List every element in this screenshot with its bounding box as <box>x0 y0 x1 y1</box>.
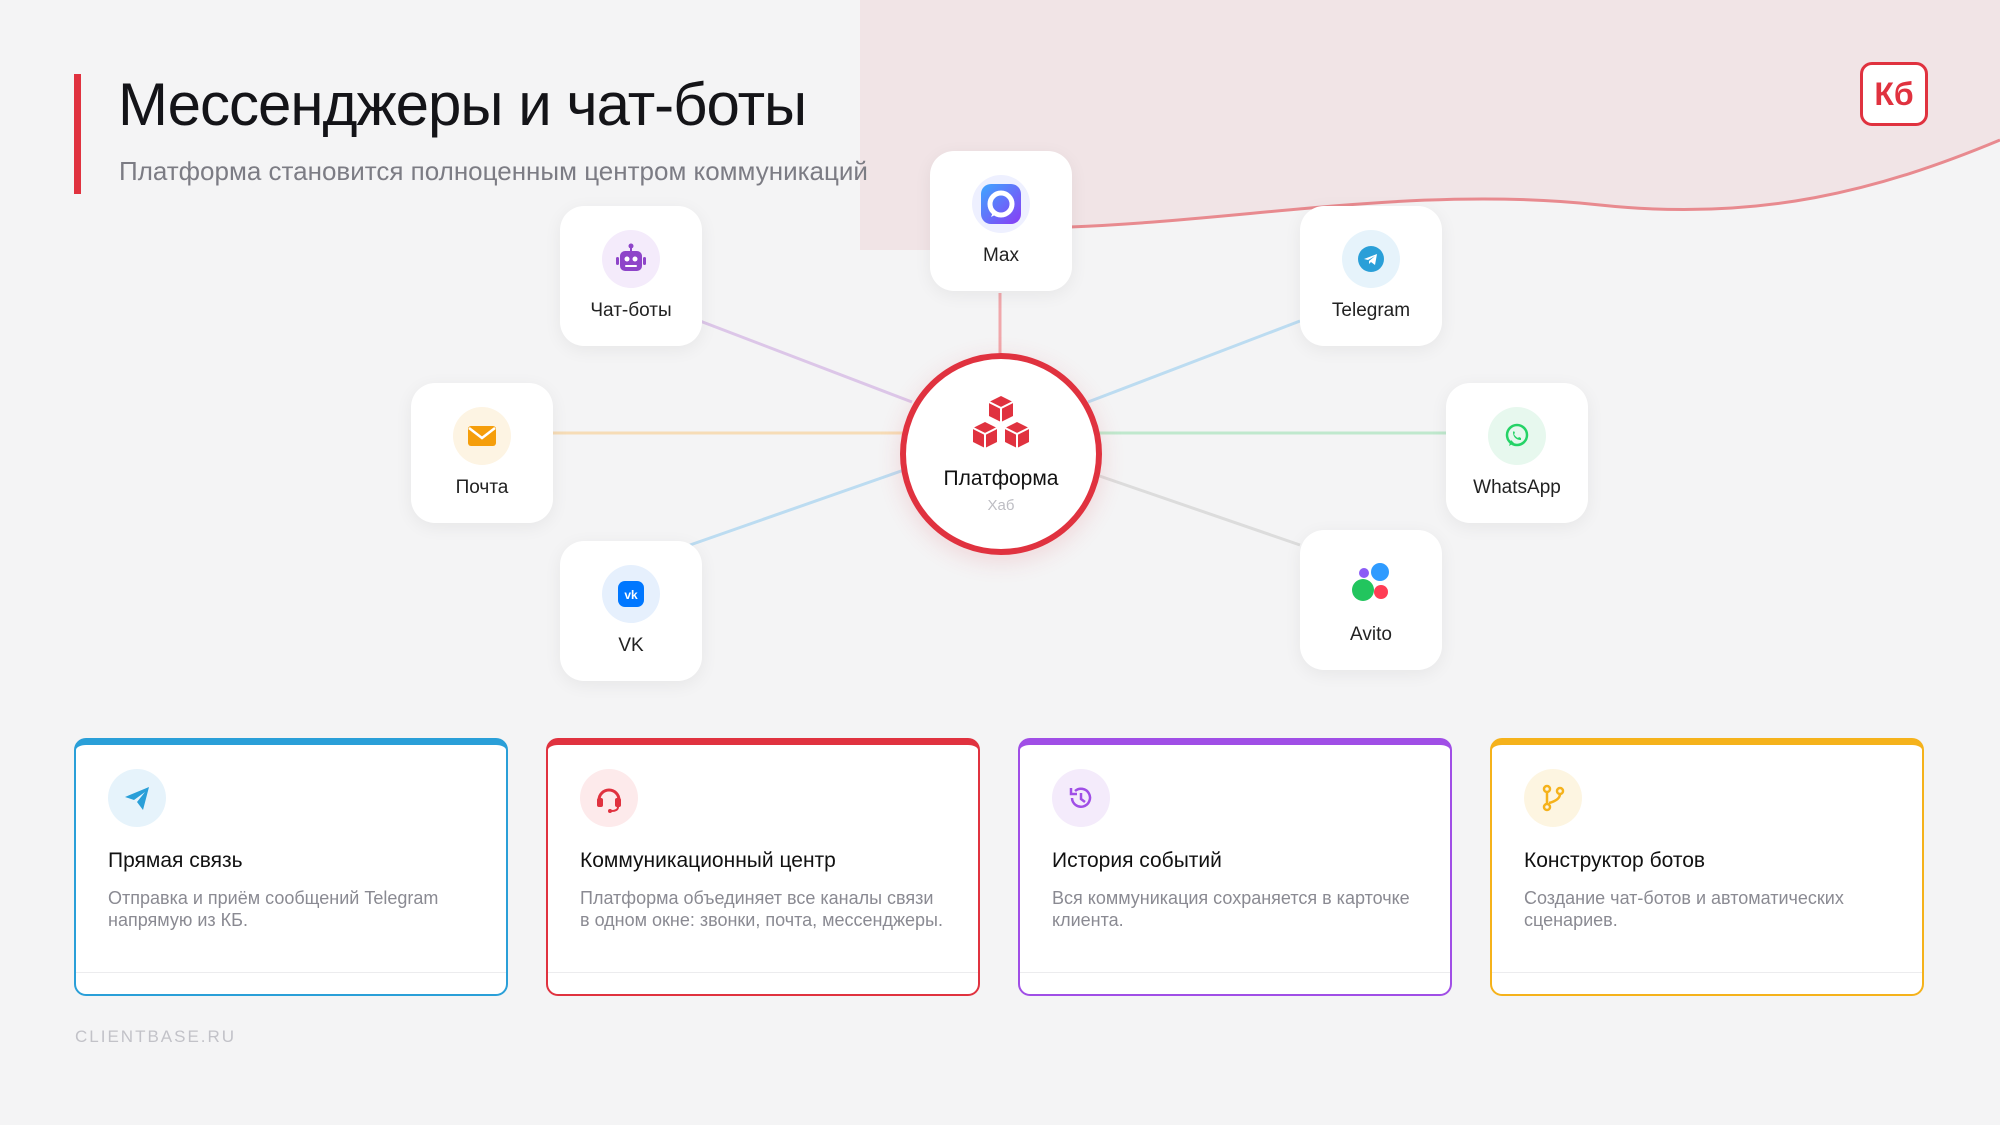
card-divider <box>1492 972 1922 973</box>
vk-icon: vk <box>602 565 660 623</box>
channel-whatsapp[interactable]: WhatsApp <box>1446 383 1588 523</box>
feature-card-history[interactable]: История событий Вся коммуникация сохраня… <box>1018 738 1452 996</box>
hub-subtitle: Хаб <box>987 497 1015 514</box>
feature-title: История событий <box>1052 849 1222 872</box>
channel-max[interactable]: Max <box>930 151 1072 291</box>
feature-desc: Вся коммуникация сохраняется в карточке … <box>1052 888 1410 930</box>
branch-icon <box>1524 769 1582 827</box>
headset-icon <box>580 769 638 827</box>
channel-telegram-label: Telegram <box>1331 300 1411 321</box>
footer-site[interactable]: CLIENTBASE.RU <box>75 1027 236 1047</box>
paper-plane-icon <box>108 769 166 827</box>
history-icon <box>1052 769 1110 827</box>
feature-title: Прямая связь <box>108 849 243 872</box>
robot-icon <box>602 230 660 288</box>
hub-name: Платформа <box>943 467 1059 490</box>
feature-title: Коммуникационный центр <box>580 849 836 872</box>
channel-mail-label: Почта <box>455 477 509 498</box>
card-divider <box>76 972 506 973</box>
telegram-icon <box>1342 230 1400 288</box>
feature-card-bot-builder[interactable]: Конструктор ботов Создание чат-ботов и а… <box>1490 738 1924 996</box>
feature-title: Конструктор ботов <box>1524 849 1706 872</box>
cubes-icon <box>969 394 1033 457</box>
card-divider <box>1020 972 1450 973</box>
svg-text:vk: vk <box>624 588 638 602</box>
feature-card-comm-center[interactable]: Коммуникационный центр Платформа объедин… <box>546 738 980 996</box>
feature-desc: Создание чат-ботов и автоматических сцен… <box>1524 888 1844 930</box>
channel-avito[interactable]: Avito <box>1300 530 1442 670</box>
channel-vk-label: VK <box>618 635 644 656</box>
channel-chatbots-label: Чат-боты <box>590 300 672 321</box>
max-icon <box>972 175 1030 233</box>
channel-whatsapp-label: WhatsApp <box>1473 477 1561 498</box>
platform-hub[interactable]: Платформа Хаб <box>900 353 1102 555</box>
channel-chatbots[interactable]: Чат-боты <box>560 206 702 346</box>
channel-telegram[interactable]: Telegram <box>1300 206 1442 346</box>
channel-avito-label: Avito <box>1350 624 1392 645</box>
feature-desc: Платформа объединяет все каналы связи в … <box>580 888 943 930</box>
card-divider <box>548 972 978 973</box>
feature-card-direct[interactable]: Прямая связь Отправка и приём сообщений … <box>74 738 508 996</box>
feature-desc: Отправка и приём сообщений Telegram напр… <box>108 888 439 930</box>
channel-vk[interactable]: vk VK <box>560 541 702 681</box>
channel-max-label: Max <box>983 245 1019 266</box>
mail-icon <box>453 407 511 465</box>
avito-icon <box>1342 554 1400 612</box>
channel-mail[interactable]: Почта <box>411 383 553 523</box>
whatsapp-icon <box>1488 407 1546 465</box>
